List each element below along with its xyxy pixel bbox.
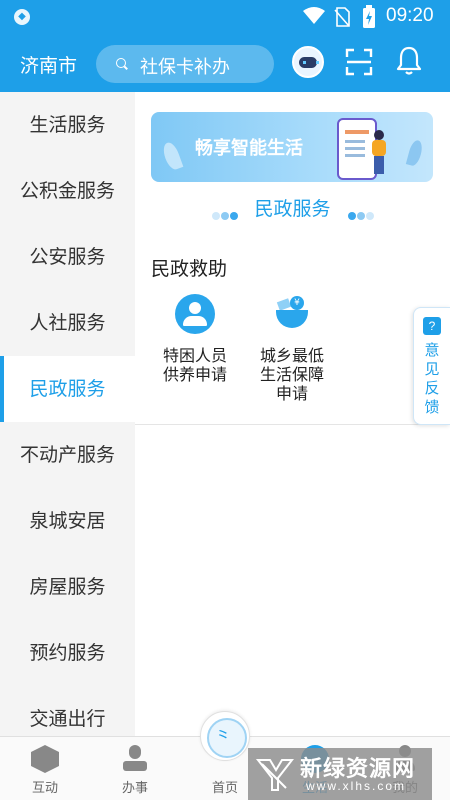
sidebar-item-transport[interactable]: 交通出行 (0, 686, 135, 736)
status-bar: ◆ 09:20 (0, 0, 450, 34)
feedback-label: 意见反馈 (424, 341, 440, 416)
service-minimum-living-allowance[interactable]: ¥ 城乡最低 生活保障 申请 (242, 294, 342, 403)
bell-icon[interactable] (396, 46, 422, 76)
robot-assistant-icon[interactable] (292, 46, 324, 78)
sidebar-item-life[interactable]: 生活服务 (0, 92, 135, 158)
shield-icon: ◆ (14, 9, 30, 25)
scan-icon[interactable] (345, 48, 373, 76)
sidebar-item-public-security[interactable]: 公安服务 (0, 224, 135, 290)
sidebar-item-social-security[interactable]: 人社服务 (0, 290, 135, 356)
tab-affairs[interactable]: 办事 (90, 737, 180, 800)
promo-banner[interactable]: 畅享智能生活 (151, 112, 433, 182)
stamp-icon (121, 745, 149, 773)
battery-icon (363, 5, 375, 28)
divider (135, 424, 450, 425)
search-input[interactable]: 社保卡补办 (140, 53, 230, 79)
banner-text: 畅享智能生活 (195, 138, 303, 159)
question-icon: ? (423, 317, 441, 335)
home-logo-icon[interactable]: ⺀ (200, 711, 250, 761)
search-bar[interactable]: 社保卡补办 (96, 45, 274, 83)
no-sim-icon (334, 7, 350, 27)
section-title: 民政服务 (254, 198, 331, 220)
service-label: 特困人员 供养申请 (162, 346, 227, 384)
watermark-subtitle: www.xlhs.com (306, 779, 407, 793)
title-dots-right (348, 205, 375, 224)
service-destitute-support[interactable]: 特困人员 供养申请 (145, 294, 245, 384)
status-time: 09:20 (386, 5, 434, 26)
sidebar-item-appointment[interactable]: 预约服务 (0, 620, 135, 686)
leaf-decoration (405, 138, 425, 168)
service-label: 城乡最低 生活保障 申请 (259, 346, 324, 403)
top-header: 济南市 社保卡补办 (0, 34, 450, 92)
sidebar-item-real-estate[interactable]: 不动产服务 (0, 422, 135, 488)
person-illustration (371, 130, 387, 174)
wifi-icon (303, 7, 325, 24)
sidebar-item-housing-fund[interactable]: 公积金服务 (0, 158, 135, 224)
watermark-logo-icon (255, 759, 294, 791)
main-content: 畅享智能生活 民政服务 民政救助 特困人员 供养申请 ¥ 城乡最低 生活保障 申… (135, 92, 450, 736)
bowl-money-icon: ¥ (272, 294, 312, 334)
tab-interact[interactable]: 互动 (0, 737, 90, 800)
city-selector[interactable]: 济南市 (20, 51, 77, 78)
leaf-decoration (160, 140, 184, 172)
search-icon (116, 58, 126, 68)
category-sidebar: 生活服务 公积金服务 公安服务 人社服务 民政服务 不动产服务 泉城安居 房屋服… (0, 92, 135, 736)
sidebar-item-house-service[interactable]: 房屋服务 (0, 554, 135, 620)
group-title: 民政救助 (151, 258, 228, 280)
sidebar-item-civil-affairs[interactable]: 民政服务 (0, 356, 135, 422)
sidebar-item-quancheng-housing[interactable]: 泉城安居 (0, 488, 135, 554)
feedback-button[interactable]: ? 意见反馈 (413, 307, 450, 425)
cube-icon (31, 745, 59, 773)
watermark: 新绿资源网 www.xlhs.com (248, 748, 432, 800)
people-care-icon (175, 294, 215, 334)
